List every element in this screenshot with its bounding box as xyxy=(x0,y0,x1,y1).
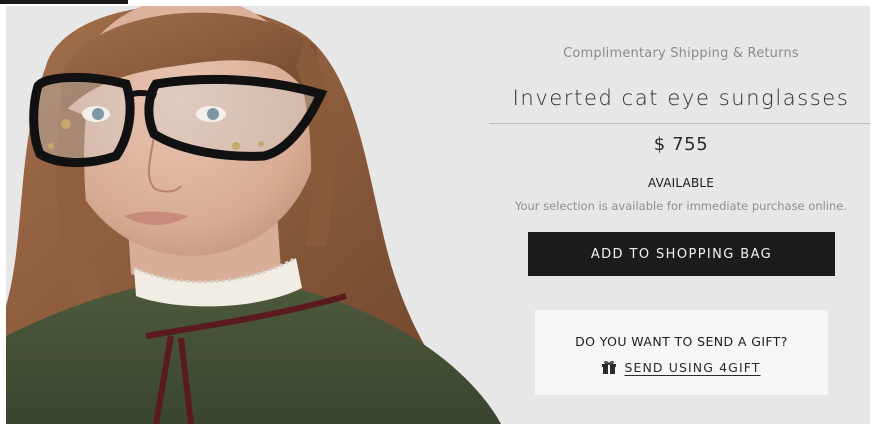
gift-question: DO YOU WANT TO SEND A GIFT? xyxy=(575,334,788,349)
gift-link-label: SEND USING 4GIFT xyxy=(624,360,761,375)
title-divider xyxy=(489,123,870,124)
add-to-shopping-bag-button[interactable]: ADD TO SHOPPING BAG xyxy=(528,232,835,276)
availability-note: Your selection is available for immediat… xyxy=(514,199,848,213)
product-detail-frame: Complimentary Shipping & Returns Inverte… xyxy=(6,6,870,424)
gift-section: DO YOU WANT TO SEND A GIFT? SEND USING 4… xyxy=(535,310,828,395)
availability-status: AVAILABLE xyxy=(647,176,715,190)
gift-icon xyxy=(602,360,617,375)
right-edge xyxy=(870,0,876,424)
top-bar xyxy=(0,0,128,4)
send-using-4gift-link[interactable]: SEND USING 4GIFT xyxy=(535,360,828,375)
shipping-note: Complimentary Shipping & Returns xyxy=(563,46,799,61)
product-price: $ 755 xyxy=(653,134,709,155)
product-page: Complimentary Shipping & Returns Inverte… xyxy=(0,0,876,424)
product-image xyxy=(6,6,516,424)
product-title: Inverted cat eye sunglasses xyxy=(512,86,850,110)
product-info-panel: Complimentary Shipping & Returns Inverte… xyxy=(486,6,870,424)
